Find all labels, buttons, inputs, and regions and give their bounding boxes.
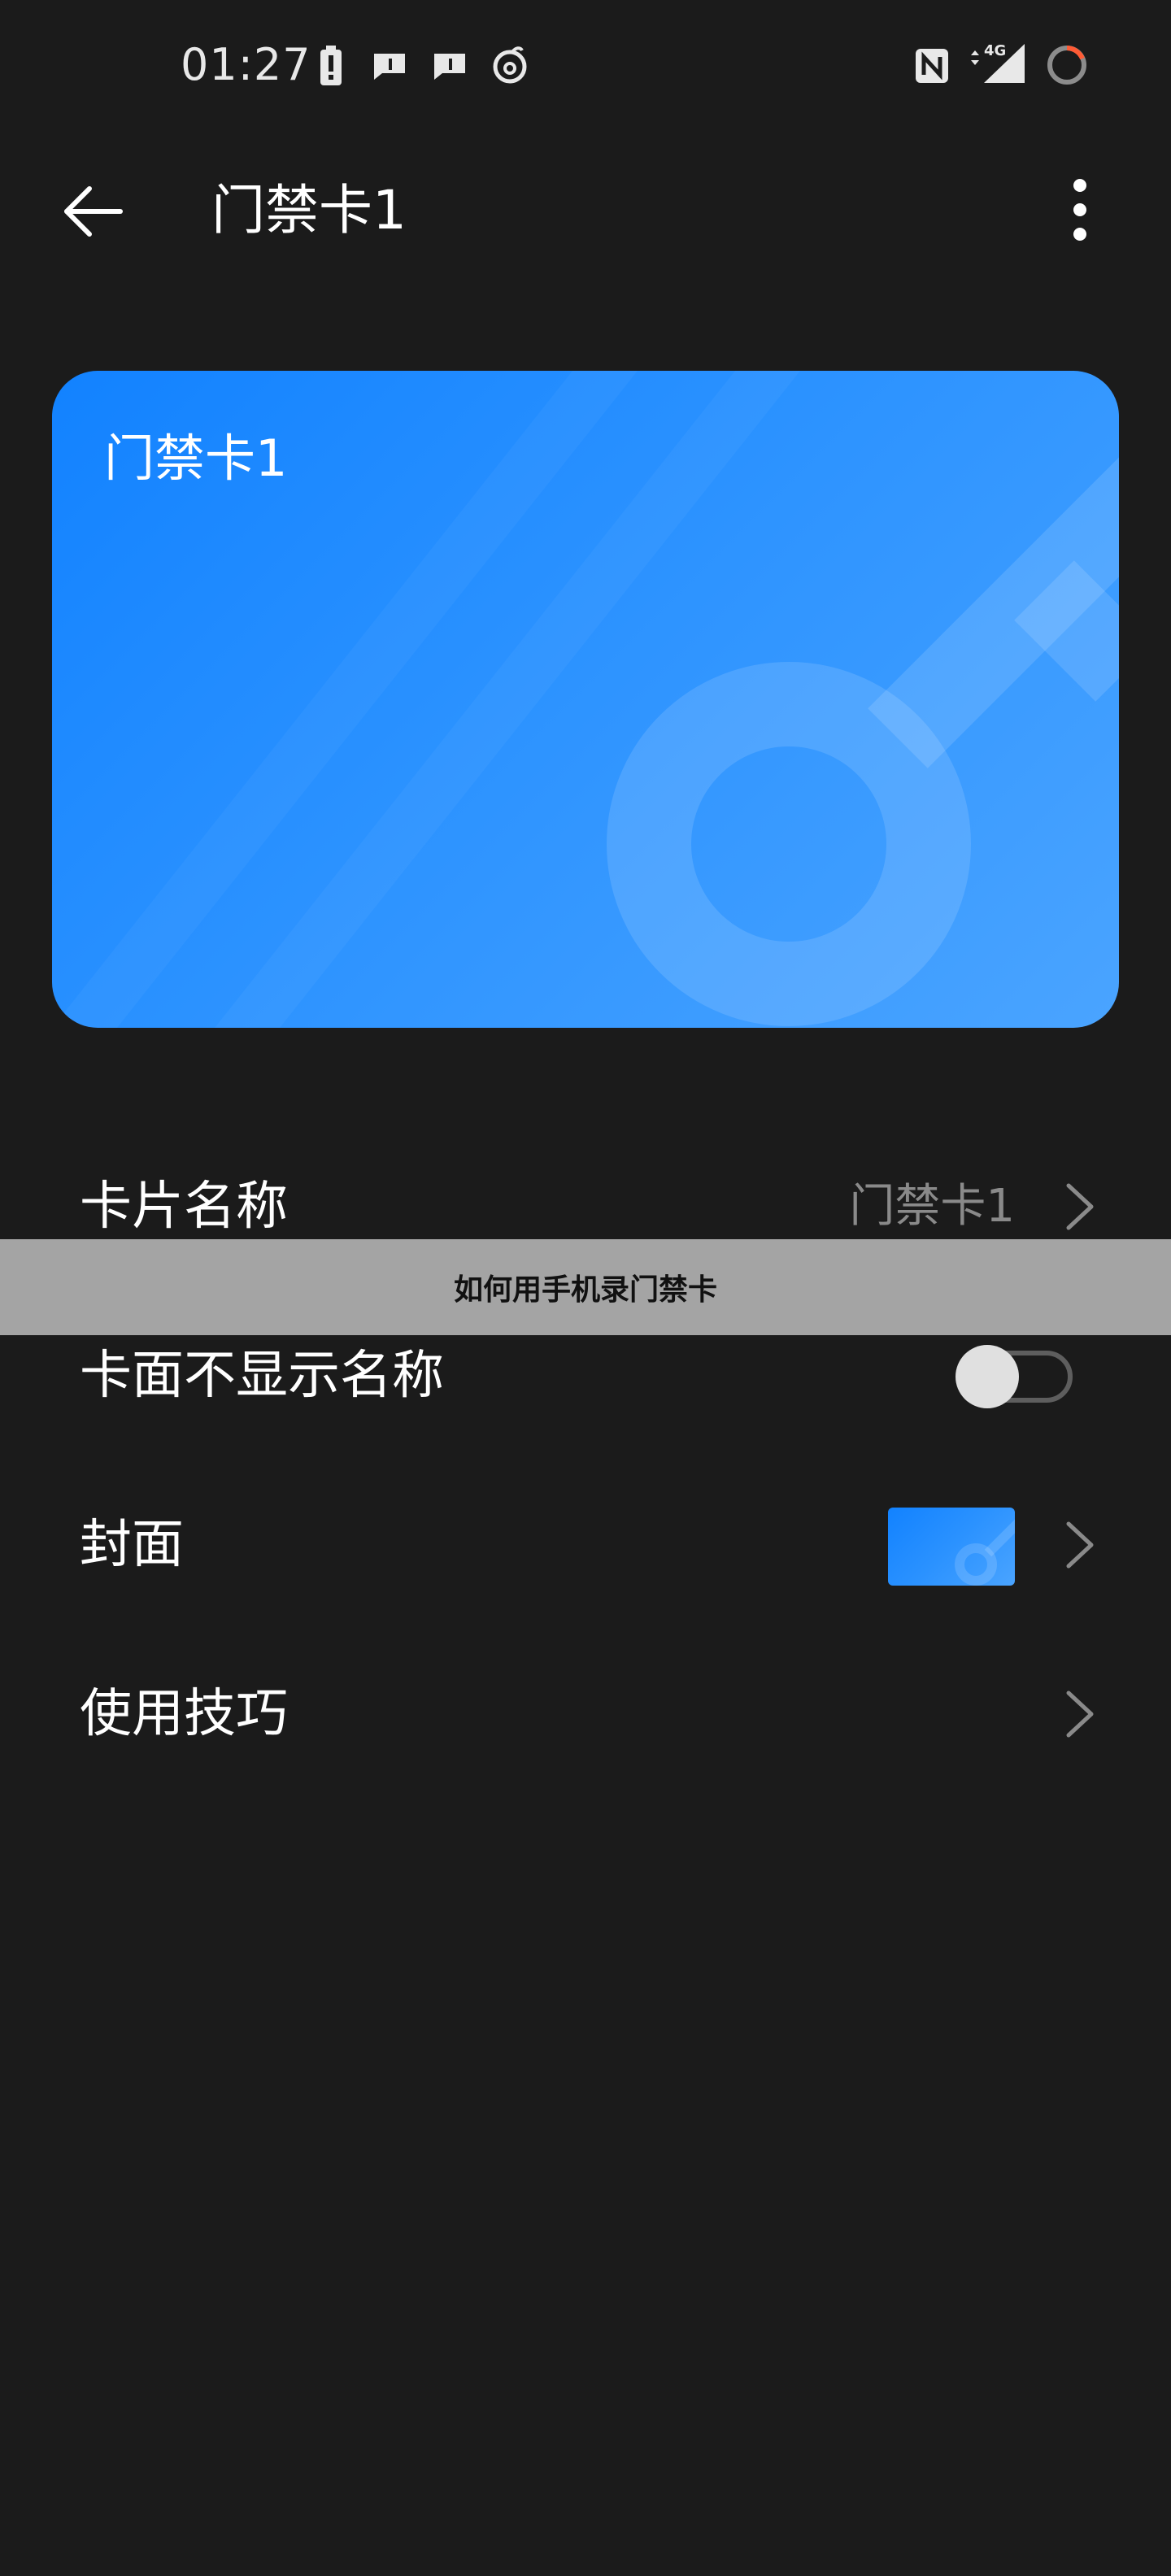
usage-tips-setting-row[interactable]: 使用技巧 — [0, 1630, 1171, 1799]
chevron-right-icon — [1066, 1690, 1094, 1738]
signal-4g-icon: 4G — [971, 42, 1025, 83]
chevron-right-icon — [1066, 1183, 1094, 1230]
app-bar: 门禁卡1 — [0, 130, 1171, 293]
chevron-right-icon — [1066, 1521, 1094, 1569]
setting-label: 使用技巧 — [80, 1684, 288, 1744]
status-time: 01:27 — [181, 39, 311, 90]
hide-name-toggle[interactable] — [953, 1345, 1075, 1408]
nfc-icon — [916, 49, 948, 83]
status-bar: 01:27 4G — [0, 0, 1171, 130]
setting-label: 卡片名称 — [80, 1177, 288, 1237]
cover-thumbnail — [888, 1508, 1015, 1586]
setting-value: 门禁卡1 — [849, 1180, 1015, 1233]
overlay-caption-banner: 如何用手机录门禁卡 — [0, 1239, 1171, 1335]
netease-music-icon — [493, 46, 527, 84]
access-card[interactable]: 门禁卡1 — [52, 371, 1119, 1028]
setting-label: 封面 — [80, 1515, 184, 1575]
network-type-label: 4G — [984, 42, 1006, 59]
battery-alert-icon — [320, 46, 342, 85]
card-name: 门禁卡1 — [104, 429, 288, 488]
sync-ring-icon — [1047, 46, 1086, 85]
cover-setting-row[interactable]: 封面 — [0, 1460, 1171, 1630]
more-vertical-icon[interactable] — [1041, 171, 1122, 252]
key-icon — [955, 1519, 1015, 1586]
back-arrow-icon[interactable] — [52, 171, 133, 252]
page-title: 门禁卡1 — [211, 179, 407, 242]
setting-label: 卡面不显示名称 — [80, 1346, 444, 1406]
overlay-caption-text: 如何用手机录门禁卡 — [453, 1273, 717, 1307]
message-icon — [374, 54, 405, 80]
message-icon — [434, 54, 465, 80]
